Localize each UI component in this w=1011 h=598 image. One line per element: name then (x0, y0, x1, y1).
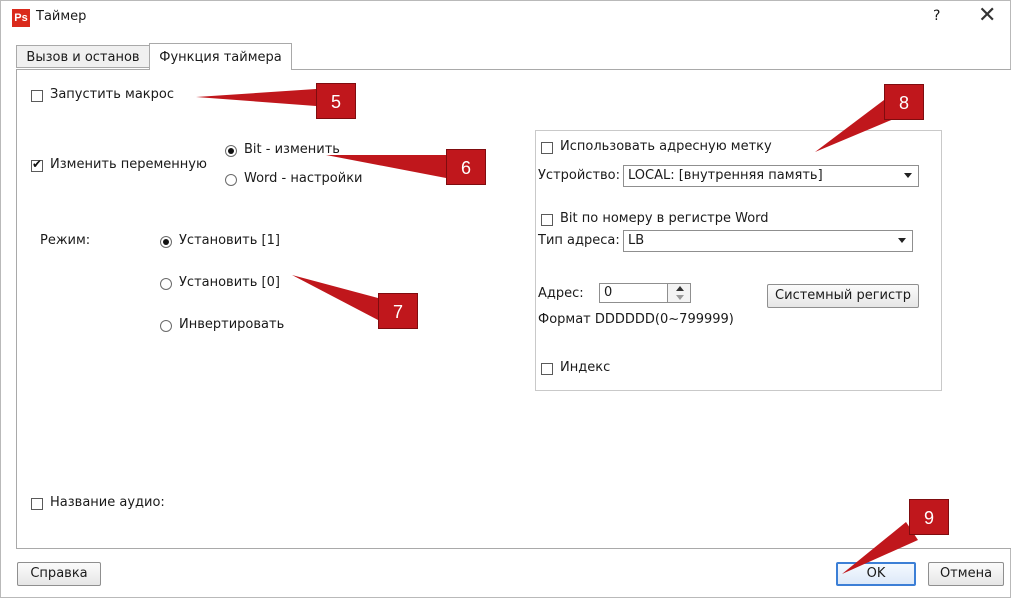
callout-pointer-6 (326, 155, 446, 178)
callout-7: 7 (378, 293, 418, 329)
callout-pointer-7 (292, 275, 378, 320)
callout-pointer-9 (842, 522, 918, 574)
callout-6: 6 (446, 149, 486, 185)
tab-timer-function[interactable]: Функция таймера (149, 43, 292, 70)
callout-9: 9 (909, 499, 949, 535)
callout-5: 5 (316, 83, 356, 119)
callout-8: 8 (884, 84, 924, 120)
callout-pointers (196, 89, 918, 574)
callout-pointer-5 (196, 89, 316, 106)
